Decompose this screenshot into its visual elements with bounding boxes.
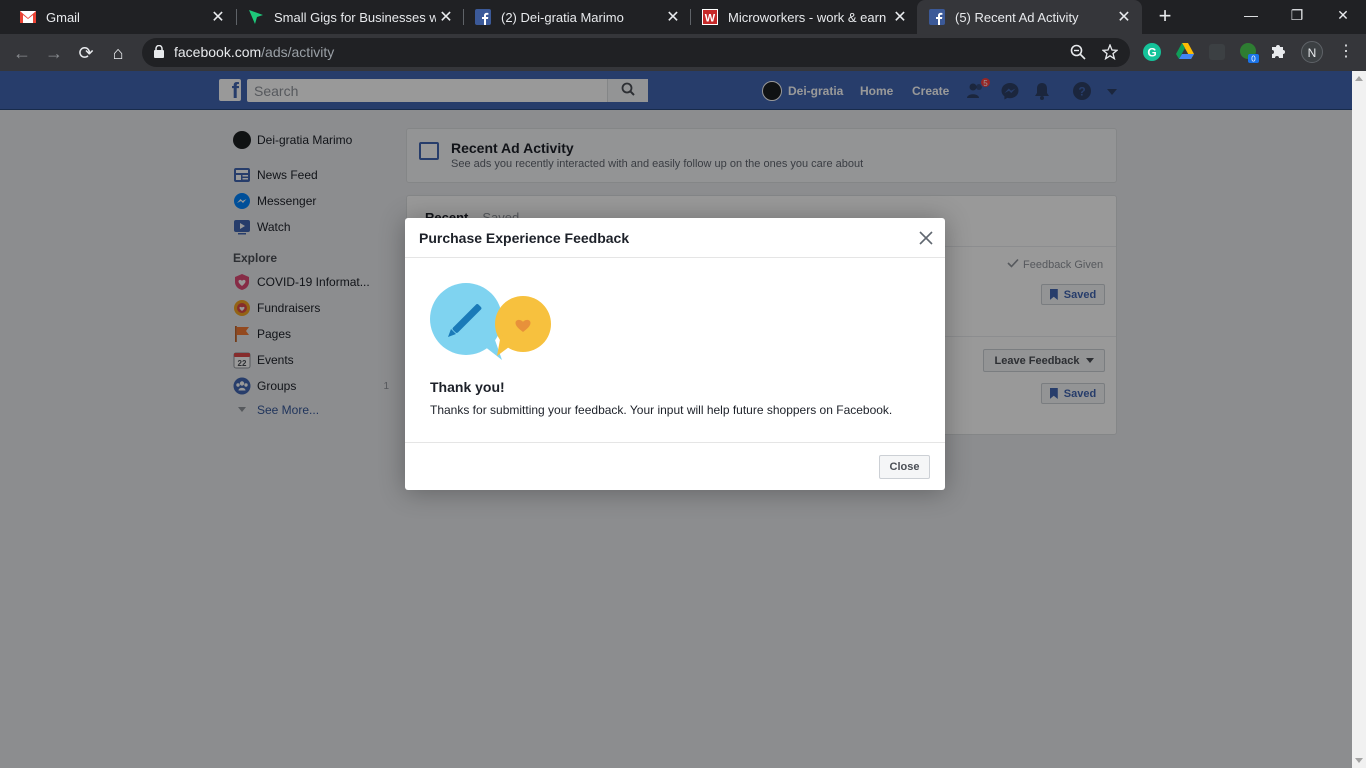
scroll-up-arrow-icon[interactable] bbox=[1355, 76, 1363, 81]
tab-title: (5) Recent Ad Activity bbox=[955, 9, 1079, 25]
microworkers-icon: W bbox=[702, 9, 718, 25]
google-drive-icon[interactable] bbox=[1175, 42, 1195, 62]
svg-text:0: 0 bbox=[1251, 55, 1256, 64]
tab-title: Small Gigs for Businesses with bbox=[274, 9, 436, 25]
dialog-header: Purchase Experience Feedback bbox=[405, 218, 945, 258]
dialog-message: Thanks for submitting your feedback. You… bbox=[430, 403, 893, 417]
close-tab-icon[interactable]: ✕ bbox=[890, 7, 910, 27]
chrome-menu-icon[interactable]: ⋮ bbox=[1336, 42, 1356, 62]
bookmark-star-icon[interactable] bbox=[1101, 43, 1120, 62]
grammarly-icon[interactable]: G bbox=[1142, 42, 1162, 62]
extension-icon[interactable] bbox=[1207, 42, 1227, 62]
close-window-button[interactable]: ✕ bbox=[1320, 0, 1366, 30]
close-tab-icon[interactable]: ✕ bbox=[663, 7, 683, 27]
forward-button[interactable]: → bbox=[42, 41, 66, 65]
dialog-heading: Thank you! bbox=[430, 379, 505, 395]
page-scrollbar[interactable] bbox=[1352, 71, 1366, 768]
back-button[interactable]: ← bbox=[10, 41, 34, 65]
tab-microworkers[interactable]: W Microworkers - work & earn or ✕ bbox=[682, 0, 918, 34]
svg-text:G: G bbox=[1147, 46, 1156, 60]
tab-gmail[interactable]: Gmail ✕ bbox=[0, 0, 236, 34]
facebook-icon bbox=[475, 9, 491, 25]
url-text: facebook.com/ads/activity bbox=[174, 44, 335, 60]
scroll-down-arrow-icon[interactable] bbox=[1355, 758, 1363, 763]
tab-title: Gmail bbox=[46, 9, 80, 25]
svg-text:W: W bbox=[705, 13, 716, 25]
browser-toolbar: ← → ⟳ ⌂ facebook.com/ads/activity G 0 N … bbox=[0, 34, 1366, 71]
facebook-icon bbox=[929, 9, 945, 25]
browser-tab-strip: Gmail ✕ Small Gigs for Businesses with ✕… bbox=[0, 0, 1366, 34]
close-icon[interactable] bbox=[915, 227, 937, 249]
close-tab-icon[interactable]: ✕ bbox=[1114, 7, 1134, 27]
zoom-icon[interactable] bbox=[1070, 44, 1088, 62]
address-bar[interactable]: facebook.com/ads/activity bbox=[142, 38, 1130, 67]
gmail-icon bbox=[20, 9, 36, 25]
minimize-button[interactable]: — bbox=[1228, 0, 1274, 30]
extension-badge-icon[interactable]: 0 bbox=[1238, 42, 1259, 64]
lock-icon bbox=[154, 44, 164, 61]
send-arrow-icon bbox=[248, 9, 264, 25]
extensions-puzzle-icon[interactable] bbox=[1270, 42, 1290, 62]
modal-backdrop-header bbox=[0, 71, 1352, 110]
close-tab-icon[interactable]: ✕ bbox=[208, 7, 228, 27]
profile-avatar[interactable]: N bbox=[1301, 41, 1323, 63]
tab-dei-gratia[interactable]: (2) Dei-gratia Marimo ✕ bbox=[455, 0, 691, 34]
tab-recent-ad-activity[interactable]: (5) Recent Ad Activity ✕ bbox=[917, 0, 1142, 34]
close-tab-icon[interactable]: ✕ bbox=[436, 7, 456, 27]
dialog-title: Purchase Experience Feedback bbox=[419, 230, 630, 246]
tab-small-gigs[interactable]: Small Gigs for Businesses with ✕ bbox=[228, 0, 464, 34]
reload-button[interactable]: ⟳ bbox=[74, 41, 98, 65]
dialog-footer: Close bbox=[405, 442, 945, 490]
tab-title: Microworkers - work & earn or bbox=[728, 9, 890, 25]
feedback-illustration-icon bbox=[429, 282, 553, 360]
feedback-dialog: Purchase Experience Feedback Thank you! … bbox=[405, 218, 945, 490]
close-button[interactable]: Close bbox=[879, 455, 930, 479]
new-tab-button[interactable]: + bbox=[1154, 5, 1176, 27]
tab-title: (2) Dei-gratia Marimo bbox=[501, 9, 624, 25]
restore-button[interactable]: ❐ bbox=[1274, 0, 1320, 30]
home-button[interactable]: ⌂ bbox=[106, 41, 130, 65]
